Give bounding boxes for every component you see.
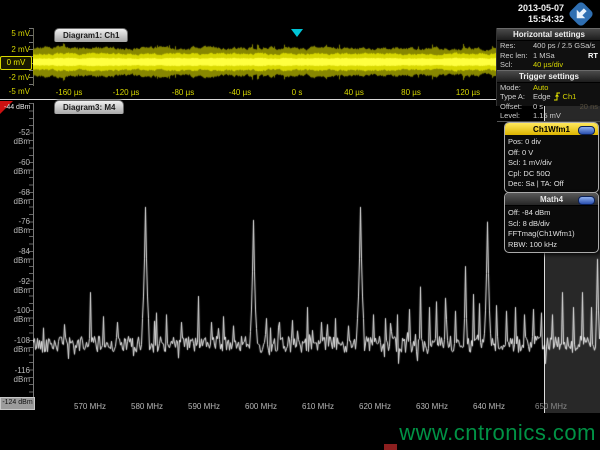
tick-label: 570 MHz [74,402,106,411]
tick-label: -5 mV [1,87,30,96]
watermark-fragment [384,444,397,450]
tick-label: 40 µs [344,88,364,97]
math4-panel-header[interactable]: Math4 [505,193,598,206]
tick-label: -40 µs [229,88,251,97]
trigger-position-marker[interactable] [291,29,303,37]
trigger-type-row[interactable]: Type A: Edge Ch1 [497,92,600,102]
ch1-offset-marker[interactable]: 0 mV [0,56,32,70]
horizontal-settings-header[interactable]: Horizontal settings [497,28,600,41]
tick-label: -2 mV [1,73,30,82]
tab-diagram3[interactable]: Diagram3: M4 [54,100,124,114]
math4-off-row: Off: -84 dBm [508,208,595,219]
offset-ghost-text: 20 ns [580,102,598,111]
datetime: 2013-05-07 15:54:32 [494,3,564,25]
horizontal-scale-row[interactable]: Scl: 40 µs/div [497,60,600,70]
ch1-scl-row: Scl: 1 mV/div [508,158,595,169]
tick-label: 610 MHz [302,402,334,411]
minimize-toggle[interactable] [578,126,595,135]
trigger-level-row[interactable]: Level: 1.15 mV [497,111,600,122]
tick-label: -76 dBm [1,217,30,235]
tick-label: -80 µs [172,88,194,97]
tick-label: -116 dBm [1,366,30,384]
ch1-off-row: Off: 0 V [508,148,595,159]
tick-label: -84 dBm [1,247,30,265]
tick-label: -52 dBm [1,128,30,146]
math4-panel[interactable]: Math4 Off: -84 dBm Scl: 8 dB/div FFTmag(… [504,192,599,253]
trigger-settings-header[interactable]: Trigger settings [497,70,600,83]
watermark: www.cntronics.com [399,420,596,446]
spectrum-ref-marker[interactable]: -124 dBm [0,397,35,410]
time-text: 15:54:32 [494,14,564,25]
math4-src-row: FFTmag(Ch1Wfm1) [508,229,595,240]
tick-label: -160 µs [56,88,83,97]
trigger-offset-row[interactable]: Offset: 0 s 20 ns [497,102,600,112]
settings-sidebar: Horizontal settings Res: 400 ps / 2.5 GS… [496,28,600,106]
oscilloscope-screen: 2013-05-07 15:54:32 Diagram1: Ch1 0 mV D… [0,0,600,450]
tick-label: -68 dBm [1,188,30,206]
tick-label: 600 MHz [245,402,277,411]
minimize-toggle[interactable] [578,196,595,205]
tick-label: 630 MHz [416,402,448,411]
tick-label: 5 mV [1,29,30,38]
tick-label: 620 MHz [359,402,391,411]
tab-diagram1[interactable]: Diagram1: Ch1 [54,28,128,42]
realtime-badge: RT [588,51,598,60]
tick-label: 2 mV [1,45,30,54]
tick-label: -120 µs [113,88,140,97]
tick-label: -60 dBm [1,158,30,176]
horizontal-reclen-row[interactable]: Rec len: 1 MSa RT [497,51,600,61]
math4-scl-row: Scl: 8 dB/div [508,219,595,230]
tick-label: 120 µs [456,88,480,97]
clip-level-label: -44 dBm [4,103,30,112]
trigger-mode-row[interactable]: Mode: Auto [497,83,600,93]
tick-label: -92 dBm [1,277,30,295]
tick-label: 590 MHz [188,402,220,411]
ch1wfm1-panel[interactable]: Ch1Wfm1 Pos: 0 div Off: 0 V Scl: 1 mV/di… [504,122,599,193]
tick-label: 640 MHz [473,402,505,411]
ch1-dec-row: Dec: Sa | TA: Off [508,179,595,190]
horizontal-res-row[interactable]: Res: 400 ps / 2.5 GSa/s [497,41,600,51]
tick-label: 80 µs [401,88,421,97]
ch1-cpl-row: Cpl: DC 50Ω [508,169,595,180]
tick-label: 0 s [292,88,303,97]
ch1wfm1-panel-header[interactable]: Ch1Wfm1 [505,123,598,135]
ch1-pos-row: Pos: 0 div [508,137,595,148]
tick-label: -100 dBm [1,306,30,324]
rs-logo-icon [567,2,595,26]
math4-rbw-row: RBW: 100 kHz [508,240,595,251]
tick-label: 580 MHz [131,402,163,411]
rising-edge-icon [553,92,561,101]
tick-label: -108 dBm [1,336,30,354]
date-text: 2013-05-07 [494,3,564,14]
tick-label: 650 MHz [535,402,567,411]
